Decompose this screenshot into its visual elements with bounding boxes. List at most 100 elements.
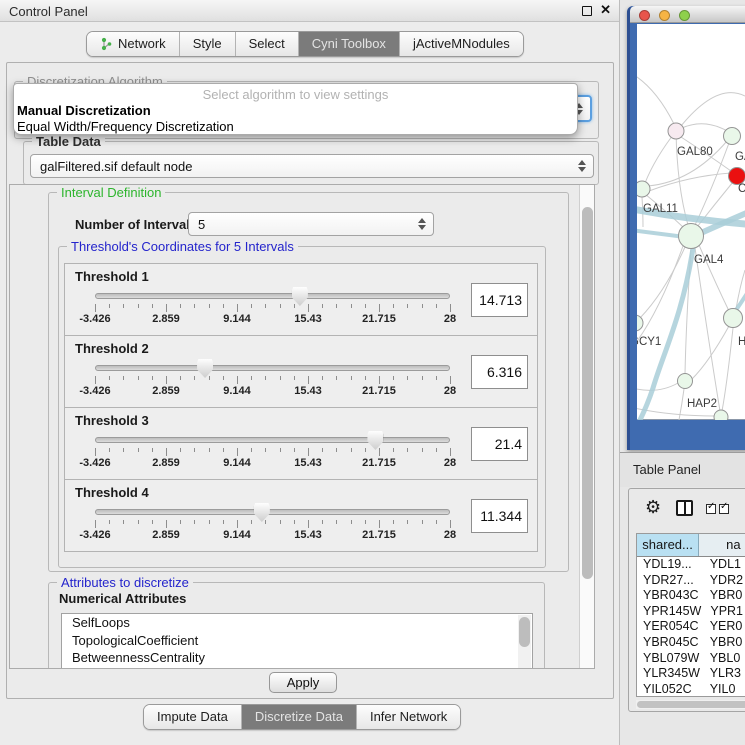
table-horizontal-scrollbar[interactable]: [636, 700, 745, 709]
table-cell[interactable]: YPR1: [701, 604, 745, 620]
table-cell[interactable]: YDR2: [701, 573, 745, 589]
attribute-list-item[interactable]: BetweennessCentrality: [62, 649, 532, 667]
tab-label: Network: [118, 36, 166, 51]
network-node-label: GAL11: [643, 203, 678, 215]
table-row[interactable]: YBR043CYBR0: [637, 588, 745, 604]
network-node[interactable]: [714, 410, 728, 420]
gear-icon[interactable]: ⚙: [645, 497, 661, 518]
numerical-attributes-label: Numerical Attributes: [59, 591, 186, 606]
table-header-row: shared... na: [637, 534, 745, 557]
checkbox-icon[interactable]: [706, 504, 716, 514]
threshold-panel: Threshold 2 -3.4262.8599.14415.4321.7152…: [64, 335, 538, 408]
split-column-icon[interactable]: [676, 500, 693, 516]
settings-vertical-scrollbar[interactable]: [579, 185, 594, 668]
table-cell[interactable]: YBL0: [701, 651, 745, 667]
table-cell[interactable]: YDL19...: [637, 557, 701, 573]
table-row[interactable]: YPR145WYPR1: [637, 604, 745, 620]
network-highlighted-edge[interactable]: [639, 248, 693, 420]
table-cell[interactable]: YDL1: [701, 557, 745, 573]
table-row[interactable]: YER054CYER0: [637, 619, 745, 635]
network-edge[interactable]: [637, 72, 674, 124]
tab-style[interactable]: Style: [179, 32, 235, 56]
tab-network[interactable]: Network: [87, 32, 179, 56]
tab-discretize-data[interactable]: Discretize Data: [241, 705, 356, 729]
table-cell[interactable]: YBR0: [701, 635, 745, 651]
table-cell[interactable]: YBR045C: [637, 635, 701, 651]
table-cell[interactable]: YER054C: [637, 619, 701, 635]
network-node[interactable]: [637, 181, 650, 197]
tab-select[interactable]: Select: [235, 32, 298, 56]
table-cell[interactable]: YPR145W: [637, 604, 701, 620]
tab-impute-data[interactable]: Impute Data: [144, 705, 241, 729]
attributes-list[interactable]: SelfLoopsTopologicalCoefficientBetweenne…: [61, 613, 533, 669]
table-cell[interactable]: YIL052C: [637, 682, 701, 697]
network-canvas[interactable]: GAL80GACGAL11GAL4GCY1HHAP2: [637, 24, 745, 420]
table-row[interactable]: YBR045CYBR0: [637, 635, 745, 651]
threshold-value-field[interactable]: 21.4: [471, 427, 528, 461]
apply-button[interactable]: Apply: [269, 672, 337, 693]
attributes-list-scrollbar[interactable]: [518, 615, 531, 669]
table-row[interactable]: YDR27...YDR2: [637, 573, 745, 589]
table-cell[interactable]: YBR043C: [637, 588, 701, 604]
close-icon[interactable]: ✕: [600, 2, 611, 18]
slider-track[interactable]: [95, 293, 450, 299]
node-attribute-table[interactable]: shared... na YDL19...YDL1YDR27...YDR2YBR…: [636, 533, 745, 697]
float-window-icon[interactable]: [582, 6, 592, 16]
table-cell[interactable]: YER0: [701, 619, 745, 635]
network-edge[interactable]: [695, 248, 720, 411]
network-node-label: H: [738, 336, 745, 348]
table-cell[interactable]: YLR345W: [637, 666, 701, 682]
slider-track[interactable]: [95, 437, 450, 443]
attribute-list-item[interactable]: TopologicalCoefficient: [62, 632, 532, 650]
zoom-traffic-light-icon[interactable]: [679, 10, 690, 21]
network-edge[interactable]: [722, 328, 733, 411]
dropdown-item-manual-discretization[interactable]: Manual Discretization: [17, 103, 151, 118]
num-intervals-combo[interactable]: 5: [188, 212, 434, 236]
combo-value: 5: [198, 217, 205, 232]
slider-track[interactable]: [95, 509, 450, 515]
slider-track[interactable]: [95, 365, 450, 371]
table-cell[interactable]: YBL079W: [637, 651, 701, 667]
network-node[interactable]: [724, 309, 743, 328]
network-highlighted-edge[interactable]: [637, 229, 685, 237]
tab-cyni-toolbox[interactable]: Cyni Toolbox: [298, 32, 399, 56]
threshold-value-field[interactable]: 11.344: [471, 499, 528, 533]
table-row[interactable]: YIL052CYIL0: [637, 682, 745, 697]
network-node[interactable]: [679, 224, 704, 249]
group-title: Attributes to discretize: [57, 575, 193, 590]
network-edge[interactable]: [649, 173, 731, 191]
network-edge[interactable]: [645, 131, 676, 183]
column-header-name[interactable]: na: [699, 534, 745, 556]
top-tab-strip: Network Style Select Cyni Toolbox jActiv…: [86, 31, 524, 57]
table-data-combo[interactable]: galFiltered.sif default node: [30, 154, 594, 178]
column-header-shared-name[interactable]: shared...: [637, 534, 699, 556]
network-edge[interactable]: [637, 383, 678, 390]
network-node[interactable]: [678, 374, 693, 389]
tab-infer-network[interactable]: Infer Network: [356, 705, 460, 729]
table-cell[interactable]: YIL0: [701, 682, 745, 697]
table-row[interactable]: YLR345WYLR3: [637, 666, 745, 682]
table-cell[interactable]: YDR27...: [637, 573, 701, 589]
tab-jactivemnodules[interactable]: jActiveMNodules: [399, 32, 523, 56]
tab-label: jActiveMNodules: [413, 36, 510, 51]
network-node[interactable]: [668, 123, 684, 139]
table-cell[interactable]: YLR3: [701, 666, 745, 682]
network-node[interactable]: [637, 315, 643, 331]
table-cell[interactable]: YBR0: [701, 588, 745, 604]
threshold-value-field[interactable]: 14.713: [471, 283, 528, 317]
minimize-traffic-light-icon[interactable]: [659, 10, 670, 21]
attribute-list-item[interactable]: SelfLoops: [62, 614, 532, 632]
network-view-window: GAL80GACGAL11GAL4GCY1HHAP2: [627, 6, 745, 450]
dropdown-item-equal-width[interactable]: Equal Width/Frequency Discretization: [17, 119, 234, 134]
application-root: Control Panel ✕ Network Style Select Cyn…: [0, 0, 745, 745]
close-traffic-light-icon[interactable]: [639, 10, 650, 21]
dropdown-placeholder-item[interactable]: Select algorithm to view settings: [14, 87, 577, 102]
threshold-value-field[interactable]: 6.316: [471, 355, 528, 389]
table-row[interactable]: YBL079WYBL0: [637, 651, 745, 667]
network-node[interactable]: [724, 128, 741, 145]
network-edge[interactable]: [681, 93, 745, 126]
control-panel-titlebar: Control Panel ✕: [0, 0, 619, 22]
checkbox-icon[interactable]: [719, 504, 729, 514]
network-node[interactable]: [729, 168, 745, 185]
table-row[interactable]: YDL19...YDL1: [637, 557, 745, 573]
